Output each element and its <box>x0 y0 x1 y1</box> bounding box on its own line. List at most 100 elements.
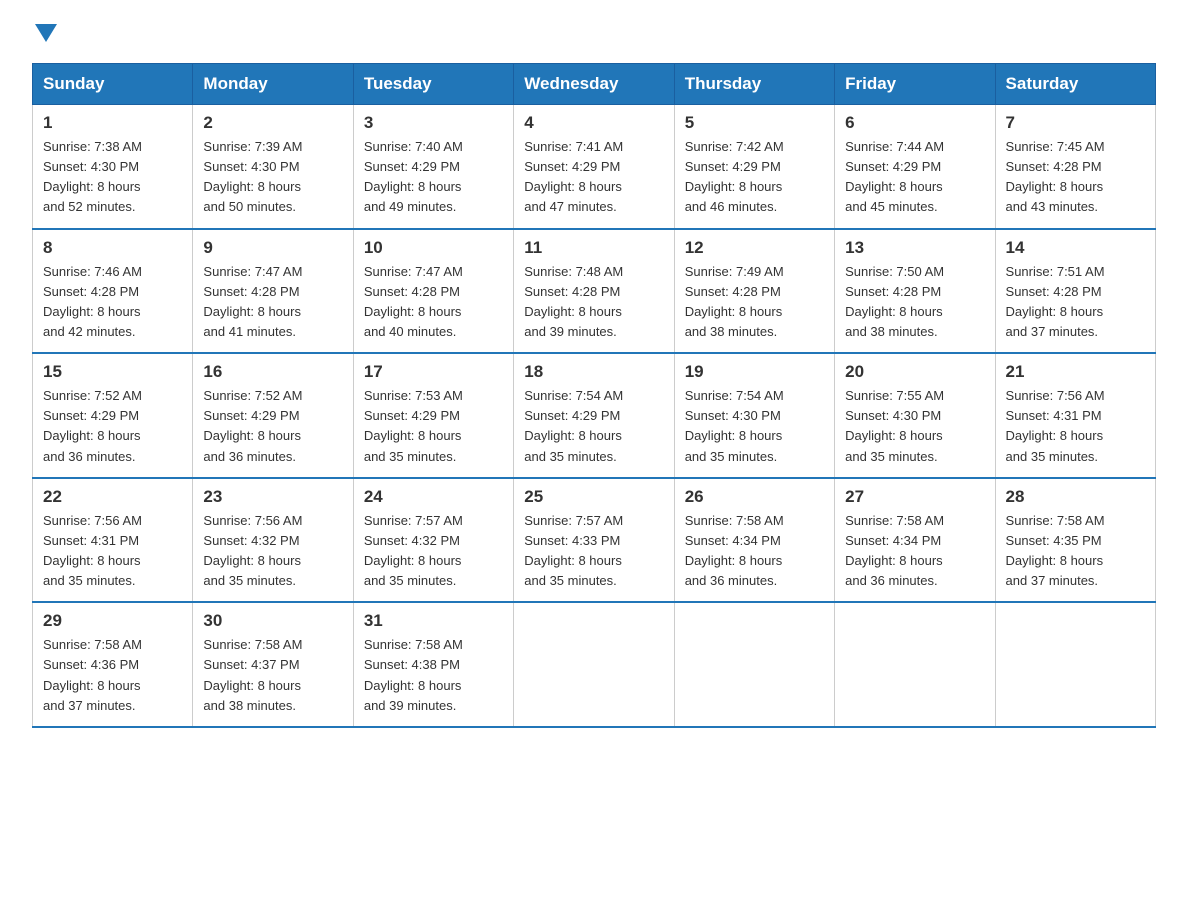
day-cell-27: 27 Sunrise: 7:58 AMSunset: 4:34 PMDayligh… <box>835 478 995 603</box>
day-info: Sunrise: 7:49 AMSunset: 4:28 PMDaylight:… <box>685 262 824 343</box>
day-info: Sunrise: 7:42 AMSunset: 4:29 PMDaylight:… <box>685 137 824 218</box>
day-number: 19 <box>685 362 824 382</box>
day-cell-11: 11 Sunrise: 7:48 AMSunset: 4:28 PMDayligh… <box>514 229 674 354</box>
day-info: Sunrise: 7:56 AMSunset: 4:31 PMDaylight:… <box>43 511 182 592</box>
day-number: 16 <box>203 362 342 382</box>
day-info: Sunrise: 7:50 AMSunset: 4:28 PMDaylight:… <box>845 262 984 343</box>
day-info: Sunrise: 7:47 AMSunset: 4:28 PMDaylight:… <box>203 262 342 343</box>
day-number: 22 <box>43 487 182 507</box>
weekday-header-friday: Friday <box>835 64 995 105</box>
weekday-header-row: SundayMondayTuesdayWednesdayThursdayFrid… <box>33 64 1156 105</box>
day-number: 5 <box>685 113 824 133</box>
day-cell-23: 23 Sunrise: 7:56 AMSunset: 4:32 PMDayligh… <box>193 478 353 603</box>
day-number: 20 <box>845 362 984 382</box>
day-cell-4: 4 Sunrise: 7:41 AMSunset: 4:29 PMDaylight… <box>514 105 674 229</box>
day-info: Sunrise: 7:57 AMSunset: 4:32 PMDaylight:… <box>364 511 503 592</box>
day-cell-9: 9 Sunrise: 7:47 AMSunset: 4:28 PMDaylight… <box>193 229 353 354</box>
day-cell-8: 8 Sunrise: 7:46 AMSunset: 4:28 PMDaylight… <box>33 229 193 354</box>
day-info: Sunrise: 7:56 AMSunset: 4:32 PMDaylight:… <box>203 511 342 592</box>
day-cell-3: 3 Sunrise: 7:40 AMSunset: 4:29 PMDaylight… <box>353 105 513 229</box>
weekday-header-wednesday: Wednesday <box>514 64 674 105</box>
day-cell-5: 5 Sunrise: 7:42 AMSunset: 4:29 PMDaylight… <box>674 105 834 229</box>
day-number: 6 <box>845 113 984 133</box>
day-cell-7: 7Sunrise: 7:45 AMSunset: 4:28 PMDaylight… <box>995 105 1155 229</box>
day-cell-21: 21 Sunrise: 7:56 AMSunset: 4:31 PMDayligh… <box>995 353 1155 478</box>
day-cell-25: 25Sunrise: 7:57 AMSunset: 4:33 PMDayligh… <box>514 478 674 603</box>
day-number: 11 <box>524 238 663 258</box>
day-info: Sunrise: 7:58 AMSunset: 4:36 PMDaylight:… <box>43 635 182 716</box>
day-info: Sunrise: 7:44 AMSunset: 4:29 PMDaylight:… <box>845 137 984 218</box>
logo <box>32 24 57 47</box>
day-info: Sunrise: 7:58 AMSunset: 4:37 PMDaylight:… <box>203 635 342 716</box>
day-cell-22: 22 Sunrise: 7:56 AMSunset: 4:31 PMDayligh… <box>33 478 193 603</box>
day-info: Sunrise: 7:41 AMSunset: 4:29 PMDaylight:… <box>524 137 663 218</box>
day-cell-1: 1 Sunrise: 7:38 AMSunset: 4:30 PMDaylight… <box>33 105 193 229</box>
day-cell-30: 30 Sunrise: 7:58 AMSunset: 4:37 PMDayligh… <box>193 602 353 727</box>
page-header <box>32 24 1156 47</box>
day-info: Sunrise: 7:39 AMSunset: 4:30 PMDaylight:… <box>203 137 342 218</box>
day-number: 4 <box>524 113 663 133</box>
week-row-1: 1 Sunrise: 7:38 AMSunset: 4:30 PMDaylight… <box>33 105 1156 229</box>
day-info: Sunrise: 7:54 AMSunset: 4:29 PMDaylight:… <box>524 386 663 467</box>
day-cell-14: 14Sunrise: 7:51 AMSunset: 4:28 PMDayligh… <box>995 229 1155 354</box>
empty-cell <box>674 602 834 727</box>
day-cell-13: 13 Sunrise: 7:50 AMSunset: 4:28 PMDayligh… <box>835 229 995 354</box>
day-info: Sunrise: 7:52 AMSunset: 4:29 PMDaylight:… <box>203 386 342 467</box>
weekday-header-tuesday: Tuesday <box>353 64 513 105</box>
day-number: 29 <box>43 611 182 631</box>
week-row-2: 8 Sunrise: 7:46 AMSunset: 4:28 PMDaylight… <box>33 229 1156 354</box>
day-info: Sunrise: 7:58 AMSunset: 4:38 PMDaylight:… <box>364 635 503 716</box>
week-row-5: 29 Sunrise: 7:58 AMSunset: 4:36 PMDayligh… <box>33 602 1156 727</box>
day-info: Sunrise: 7:56 AMSunset: 4:31 PMDaylight:… <box>1006 386 1145 467</box>
day-info: Sunrise: 7:40 AMSunset: 4:29 PMDaylight:… <box>364 137 503 218</box>
day-cell-15: 15 Sunrise: 7:52 AMSunset: 4:29 PMDayligh… <box>33 353 193 478</box>
calendar-table: SundayMondayTuesdayWednesdayThursdayFrid… <box>32 63 1156 728</box>
day-info: Sunrise: 7:53 AMSunset: 4:29 PMDaylight:… <box>364 386 503 467</box>
day-info: Sunrise: 7:38 AMSunset: 4:30 PMDaylight:… <box>43 137 182 218</box>
weekday-header-sunday: Sunday <box>33 64 193 105</box>
day-info: Sunrise: 7:46 AMSunset: 4:28 PMDaylight:… <box>43 262 182 343</box>
day-cell-6: 6 Sunrise: 7:44 AMSunset: 4:29 PMDaylight… <box>835 105 995 229</box>
day-number: 7 <box>1006 113 1145 133</box>
day-number: 25 <box>524 487 663 507</box>
day-number: 3 <box>364 113 503 133</box>
day-number: 27 <box>845 487 984 507</box>
day-info: Sunrise: 7:55 AMSunset: 4:30 PMDaylight:… <box>845 386 984 467</box>
day-number: 23 <box>203 487 342 507</box>
logo-triangle-icon <box>35 24 57 47</box>
day-info: Sunrise: 7:58 AMSunset: 4:34 PMDaylight:… <box>845 511 984 592</box>
empty-cell <box>995 602 1155 727</box>
day-number: 10 <box>364 238 503 258</box>
day-number: 9 <box>203 238 342 258</box>
day-cell-24: 24 Sunrise: 7:57 AMSunset: 4:32 PMDayligh… <box>353 478 513 603</box>
day-cell-10: 10Sunrise: 7:47 AMSunset: 4:28 PMDayligh… <box>353 229 513 354</box>
day-info: Sunrise: 7:52 AMSunset: 4:29 PMDaylight:… <box>43 386 182 467</box>
day-number: 14 <box>1006 238 1145 258</box>
day-number: 24 <box>364 487 503 507</box>
day-number: 18 <box>524 362 663 382</box>
week-row-4: 22 Sunrise: 7:56 AMSunset: 4:31 PMDayligh… <box>33 478 1156 603</box>
empty-cell <box>835 602 995 727</box>
day-number: 17 <box>364 362 503 382</box>
day-number: 13 <box>845 238 984 258</box>
day-cell-28: 28Sunrise: 7:58 AMSunset: 4:35 PMDayligh… <box>995 478 1155 603</box>
day-info: Sunrise: 7:54 AMSunset: 4:30 PMDaylight:… <box>685 386 824 467</box>
weekday-header-saturday: Saturday <box>995 64 1155 105</box>
day-cell-26: 26Sunrise: 7:58 AMSunset: 4:34 PMDayligh… <box>674 478 834 603</box>
empty-cell <box>514 602 674 727</box>
day-number: 21 <box>1006 362 1145 382</box>
day-number: 1 <box>43 113 182 133</box>
day-number: 15 <box>43 362 182 382</box>
day-number: 30 <box>203 611 342 631</box>
day-number: 8 <box>43 238 182 258</box>
day-cell-17: 17 Sunrise: 7:53 AMSunset: 4:29 PMDayligh… <box>353 353 513 478</box>
day-cell-12: 12 Sunrise: 7:49 AMSunset: 4:28 PMDayligh… <box>674 229 834 354</box>
day-info: Sunrise: 7:48 AMSunset: 4:28 PMDaylight:… <box>524 262 663 343</box>
day-info: Sunrise: 7:58 AMSunset: 4:34 PMDaylight:… <box>685 511 824 592</box>
day-cell-18: 18 Sunrise: 7:54 AMSunset: 4:29 PMDayligh… <box>514 353 674 478</box>
weekday-header-monday: Monday <box>193 64 353 105</box>
day-cell-16: 16 Sunrise: 7:52 AMSunset: 4:29 PMDayligh… <box>193 353 353 478</box>
day-number: 12 <box>685 238 824 258</box>
day-number: 31 <box>364 611 503 631</box>
day-number: 2 <box>203 113 342 133</box>
